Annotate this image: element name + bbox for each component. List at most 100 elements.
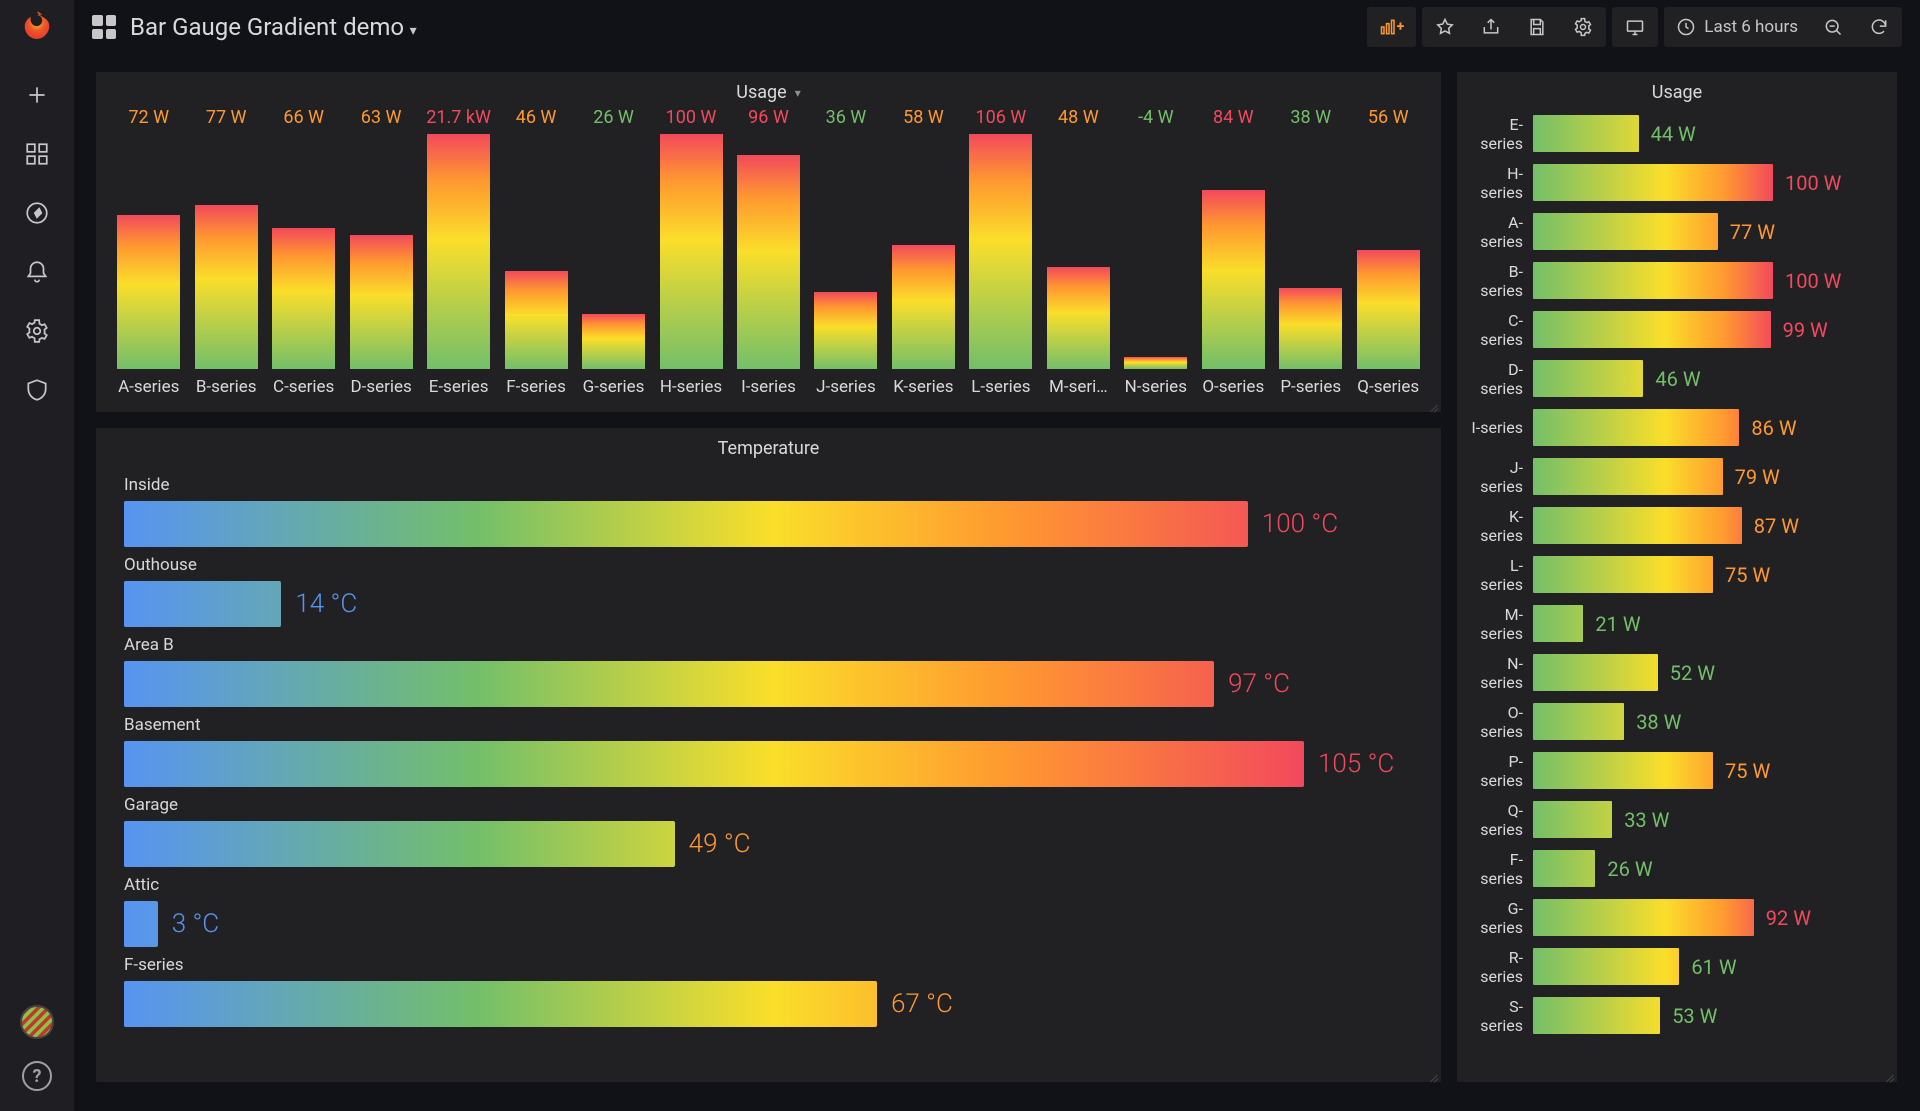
vbar-category: P-series <box>1280 377 1341 397</box>
vbar-category: Q-series <box>1357 377 1419 397</box>
explore-icon[interactable] <box>24 200 50 231</box>
resize-handle-icon[interactable] <box>1427 400 1439 412</box>
alerting-icon[interactable] <box>24 259 50 290</box>
vbar-value: 26 W <box>593 107 634 128</box>
temperature-row: Attic3 °C <box>124 875 1413 947</box>
panel-title[interactable]: Usage <box>1457 72 1897 107</box>
hbar-row: M-series21 W <box>1471 605 1875 642</box>
dashboards-icon[interactable] <box>24 141 50 172</box>
vbar: 38 WP-series <box>1278 107 1343 397</box>
vbar-category: J-series <box>816 377 876 397</box>
vbar-category: D-series <box>350 377 411 397</box>
hbar-row: A-series 77 W <box>1471 213 1875 250</box>
dashboard-title[interactable]: Bar Gauge Gradient demo ▾ <box>130 13 417 41</box>
hbar-value: 99 W <box>1783 318 1828 342</box>
configuration-icon[interactable] <box>24 318 50 349</box>
hbar-fill <box>1533 948 1679 985</box>
hbar-label: I-series <box>1471 418 1533 437</box>
hbar-fill <box>1533 115 1639 152</box>
vbar: 48 WM-seri… <box>1046 107 1111 397</box>
vbar-value: 46 W <box>516 107 557 128</box>
hbar-label: J-series <box>1471 458 1533 496</box>
vbar-value: 106 W <box>975 107 1026 128</box>
temperature-row: Garage49 °C <box>124 795 1413 867</box>
hbar-value: 79 W <box>1735 465 1780 489</box>
vbar-category: A-series <box>118 377 179 397</box>
vbar: 21.7 kWE-series <box>426 107 491 397</box>
hbar-row: Q-series33 W <box>1471 801 1875 838</box>
resize-handle-icon[interactable] <box>1427 1070 1439 1082</box>
user-avatar[interactable] <box>20 1005 54 1039</box>
hbar-row: S-series53 W <box>1471 997 1875 1034</box>
vbar-category: L-series <box>971 377 1030 397</box>
hbar-fill <box>1533 458 1723 495</box>
hbar-fill <box>1533 899 1754 936</box>
create-icon[interactable] <box>24 82 50 113</box>
hbar-label: H-series <box>1471 164 1533 202</box>
help-icon[interactable]: ? <box>22 1061 52 1091</box>
time-range-button[interactable]: Last 6 hours <box>1664 7 1810 47</box>
share-button[interactable] <box>1468 7 1514 47</box>
grafana-logo-icon[interactable] <box>15 8 59 52</box>
vbar: 56 WQ-series <box>1356 107 1421 397</box>
refresh-button[interactable] <box>1856 7 1902 47</box>
hbar-fill <box>1533 850 1595 887</box>
temperature-value: 14 °C <box>295 589 357 619</box>
hbar-label: A-series <box>1471 213 1533 251</box>
save-button[interactable] <box>1514 7 1560 47</box>
temperature-bar <box>124 981 877 1027</box>
chevron-down-icon: ▾ <box>406 23 417 39</box>
cycle-view-button[interactable] <box>1612 7 1658 47</box>
vbar-category: M-seri… <box>1049 377 1108 397</box>
hbar-label: B-series <box>1471 262 1533 300</box>
temperature-label: Basement <box>124 715 1413 735</box>
hbar-fill <box>1533 213 1718 250</box>
hbar-fill <box>1533 360 1643 397</box>
hbar-fill <box>1533 507 1742 544</box>
add-panel-button[interactable]: + <box>1367 7 1417 47</box>
temperature-row: F-series67 °C <box>124 955 1413 1027</box>
vbar-category: N-series <box>1125 377 1187 397</box>
hbar-value: 100 W <box>1785 269 1841 293</box>
dashboard-grid-icon[interactable] <box>92 15 116 39</box>
hbar-row: C-series 99 W <box>1471 311 1875 348</box>
hbar-value: 52 W <box>1670 661 1715 685</box>
hbar-label: E-series <box>1471 115 1533 153</box>
resize-handle-icon[interactable] <box>1883 1070 1895 1082</box>
vbar: 96 WI-series <box>736 107 801 397</box>
hbar-value: 92 W <box>1766 906 1811 930</box>
vbar: 26 WG-series <box>581 107 646 397</box>
hbar-value: 75 W <box>1725 759 1770 783</box>
star-button[interactable] <box>1422 7 1468 47</box>
hbar-label: K-series <box>1471 507 1533 545</box>
vbar: 100 WH-series <box>658 107 723 397</box>
hbar-row: O-series38 W <box>1471 703 1875 740</box>
time-range-label: Last 6 hours <box>1704 17 1798 37</box>
shield-icon[interactable] <box>24 377 50 408</box>
hbar-label: C-series <box>1471 311 1533 349</box>
hbar-label: F-series <box>1471 850 1533 888</box>
vbar-value: 58 W <box>903 107 944 128</box>
vbar-category: C-series <box>273 377 334 397</box>
vbar-value: 96 W <box>748 107 789 128</box>
hbar-label: D-series <box>1471 360 1533 398</box>
vbar-category: E-series <box>429 377 489 397</box>
hbar-label: L-series <box>1471 556 1533 594</box>
panel-usage-horizontal: Usage E-series44 WH-series100 WA-series7… <box>1457 72 1897 1082</box>
settings-button[interactable] <box>1560 7 1606 47</box>
temperature-value: 67 °C <box>891 989 953 1019</box>
hbar-value: 38 W <box>1636 710 1681 734</box>
panel-title[interactable]: Usage▾ <box>96 72 1441 107</box>
vbar: 36 WJ-series <box>813 107 878 397</box>
hbar-row: K-series87 W <box>1471 507 1875 544</box>
hbar-fill <box>1533 409 1739 446</box>
zoom-out-button[interactable] <box>1810 7 1856 47</box>
hbar-fill <box>1533 752 1713 789</box>
temperature-bar <box>124 821 675 867</box>
vbar-category: F-series <box>506 377 566 397</box>
hbar-value: 77 W <box>1730 220 1775 244</box>
hbar-fill <box>1533 801 1612 838</box>
dashboard-grid: Usage▾ 72 WA-series77 WB-series66 WC-ser… <box>74 54 1920 1111</box>
panel-title[interactable]: Temperature <box>96 428 1441 463</box>
temperature-label: Inside <box>124 475 1413 495</box>
